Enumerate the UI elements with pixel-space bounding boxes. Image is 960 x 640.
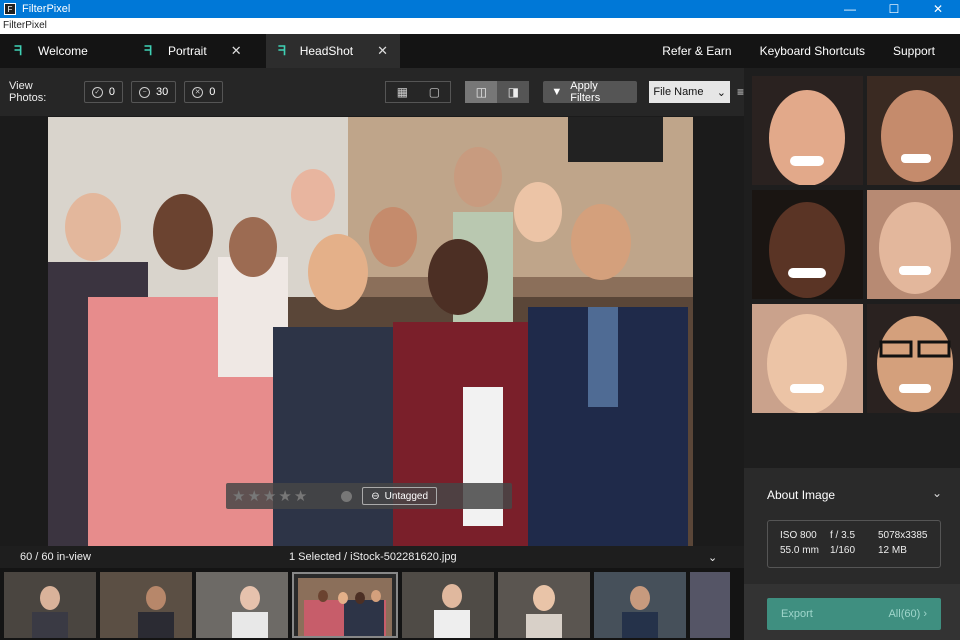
face-thumb[interactable] — [752, 304, 863, 413]
chevron-right-icon: › — [923, 608, 927, 620]
export-area: Export All(60) › — [744, 584, 960, 640]
focal-length-value: 55.0 mm — [780, 545, 819, 556]
compare-view-icon[interactable]: ◨ — [497, 81, 529, 103]
filmstrip-thumb[interactable] — [402, 572, 494, 638]
aperture-value: f / 3.5 — [830, 530, 856, 541]
view-mode-group: ▦ ▢ — [385, 81, 452, 103]
chevron-down-icon[interactable]: ⌄ — [932, 486, 942, 500]
apply-filters-label: Apply Filters — [570, 80, 601, 104]
tab-welcome[interactable]: ᖷ Welcome — [0, 34, 130, 68]
star-icon[interactable]: ★ — [278, 487, 291, 505]
funnel-icon: ▼ — [551, 86, 563, 98]
top-nav: Refer & Earn Keyboard Shortcuts Support — [648, 34, 960, 68]
star-icon[interactable]: ★ — [232, 487, 245, 505]
about-image-panel: About Image ⌄ ISO 800 f / 3.5 5078x3385 … — [744, 468, 960, 584]
resolution-value: 5078x3385 — [878, 530, 928, 541]
main-photo[interactable] — [48, 117, 693, 546]
minus-circle-icon: − — [138, 86, 150, 98]
tab-label: HeadShot — [299, 44, 354, 58]
face-grid — [752, 76, 960, 413]
selected-file: 1 Selected / iStock-502281620.jpg — [289, 551, 457, 563]
face-thumb[interactable] — [867, 76, 960, 185]
in-view-count: 60 / 60 in-view — [20, 551, 91, 563]
face-thumb[interactable] — [867, 190, 960, 299]
image-metadata: ISO 800 f / 3.5 5078x3385 55.0 mm 1/160 … — [767, 520, 941, 568]
tag-label: Untagged — [384, 490, 429, 502]
window-title: FilterPixel — [22, 3, 71, 15]
star-icon[interactable]: ★ — [263, 487, 276, 505]
chevron-down-icon[interactable]: ⌄ — [708, 551, 717, 564]
export-label: Export — [781, 608, 813, 620]
filmstrip — [0, 568, 744, 640]
app-logo-icon: F — [4, 3, 16, 15]
close-icon[interactable]: ✕ — [231, 43, 242, 59]
tab-label: Portrait — [168, 44, 207, 58]
export-button[interactable]: Export All(60) › — [767, 598, 941, 630]
filterpixel-logo-icon: ᖷ — [278, 43, 286, 58]
minus-circle-icon: ⊖ — [371, 490, 380, 502]
filmstrip-thumb[interactable] — [498, 572, 590, 638]
tab-portrait[interactable]: ᖷ Portrait ✕ — [130, 34, 266, 68]
filmstrip-thumb[interactable] — [100, 572, 192, 638]
filmstrip-thumb[interactable] — [4, 572, 96, 638]
view-photos-label: View Photos: — [9, 80, 47, 104]
face-thumb[interactable] — [867, 304, 960, 413]
filterpixel-logo-icon: ᖷ — [14, 43, 22, 58]
filmstrip-view-icon[interactable]: ◫ — [465, 81, 498, 103]
rating-bar: ★ ★ ★ ★ ★ ⊖ Untagged — [226, 483, 512, 509]
menu-icon[interactable]: ≡ — [737, 85, 744, 99]
sort-value: File Name — [653, 86, 704, 98]
refer-earn-link[interactable]: Refer & Earn — [648, 44, 745, 58]
face-thumb[interactable] — [752, 190, 863, 299]
tab-headshot[interactable]: ᖷ HeadShot ✕ — [266, 34, 400, 68]
rejected-filter-button[interactable]: ✕ 0 — [184, 81, 224, 103]
about-image-title: About Image — [767, 488, 836, 502]
filmstrip-thumb[interactable] — [594, 572, 686, 638]
filmstrip-thumb[interactable] — [690, 572, 730, 638]
main-viewer — [0, 116, 744, 546]
single-view-icon[interactable]: ▢ — [418, 82, 450, 102]
apply-filters-button[interactable]: ▼ Apply Filters — [543, 80, 638, 104]
minimize-button[interactable]: — — [828, 0, 872, 18]
filmstrip-thumb[interactable] — [196, 572, 288, 638]
color-label-dot[interactable] — [341, 490, 353, 502]
status-bar: 60 / 60 in-view 1 Selected / iStock-5022… — [0, 546, 744, 568]
tab-bar: ᖷ Welcome ᖷ Portrait ✕ ᖷ HeadShot ✕ Refe… — [0, 34, 960, 68]
support-link[interactable]: Support — [879, 44, 960, 58]
filterpixel-logo-icon: ᖷ — [144, 43, 152, 58]
right-panel: About Image ⌄ ISO 800 f / 3.5 5078x3385 … — [744, 68, 960, 640]
neutral-count: 30 — [155, 86, 169, 98]
export-scope: All(60) › — [888, 608, 927, 620]
untagged-button[interactable]: ⊖ Untagged — [362, 487, 438, 505]
star-icon[interactable]: ★ — [294, 487, 307, 505]
check-circle-icon: ✓ — [91, 86, 103, 98]
neutral-filter-button[interactable]: − 30 — [130, 81, 177, 103]
filmstrip-thumb-selected[interactable] — [292, 572, 398, 638]
shutter-value: 1/160 — [830, 545, 856, 556]
compare-mode-group: ◫ ◨ — [465, 81, 530, 103]
toolbar: View Photos: ✓ 0 − 30 ✕ 0 ▦ ▢ ◫ ◨ ▼ Appl… — [0, 68, 744, 116]
export-scope-label: All(60) — [888, 608, 921, 620]
menu-bar[interactable]: FilterPixel — [0, 18, 960, 34]
title-bar: F FilterPixel — ☐ ✕ — [0, 0, 960, 18]
accepted-filter-button[interactable]: ✓ 0 — [83, 81, 123, 103]
sort-select[interactable]: File Name ⌄ — [649, 81, 730, 103]
accepted-count: 0 — [108, 86, 115, 98]
maximize-button[interactable]: ☐ — [872, 0, 916, 18]
tab-label: Welcome — [38, 44, 88, 58]
face-thumb[interactable] — [752, 76, 863, 185]
rejected-count: 0 — [209, 86, 216, 98]
close-window-button[interactable]: ✕ — [916, 0, 960, 18]
file-size-value: 12 MB — [878, 545, 907, 556]
keyboard-shortcuts-link[interactable]: Keyboard Shortcuts — [746, 44, 879, 58]
close-icon[interactable]: ✕ — [377, 43, 388, 59]
iso-value: ISO 800 — [780, 530, 817, 541]
x-circle-icon: ✕ — [192, 86, 204, 98]
grid-view-icon[interactable]: ▦ — [386, 82, 418, 102]
star-icon[interactable]: ★ — [247, 487, 260, 505]
chevron-down-icon: ⌄ — [716, 86, 726, 99]
